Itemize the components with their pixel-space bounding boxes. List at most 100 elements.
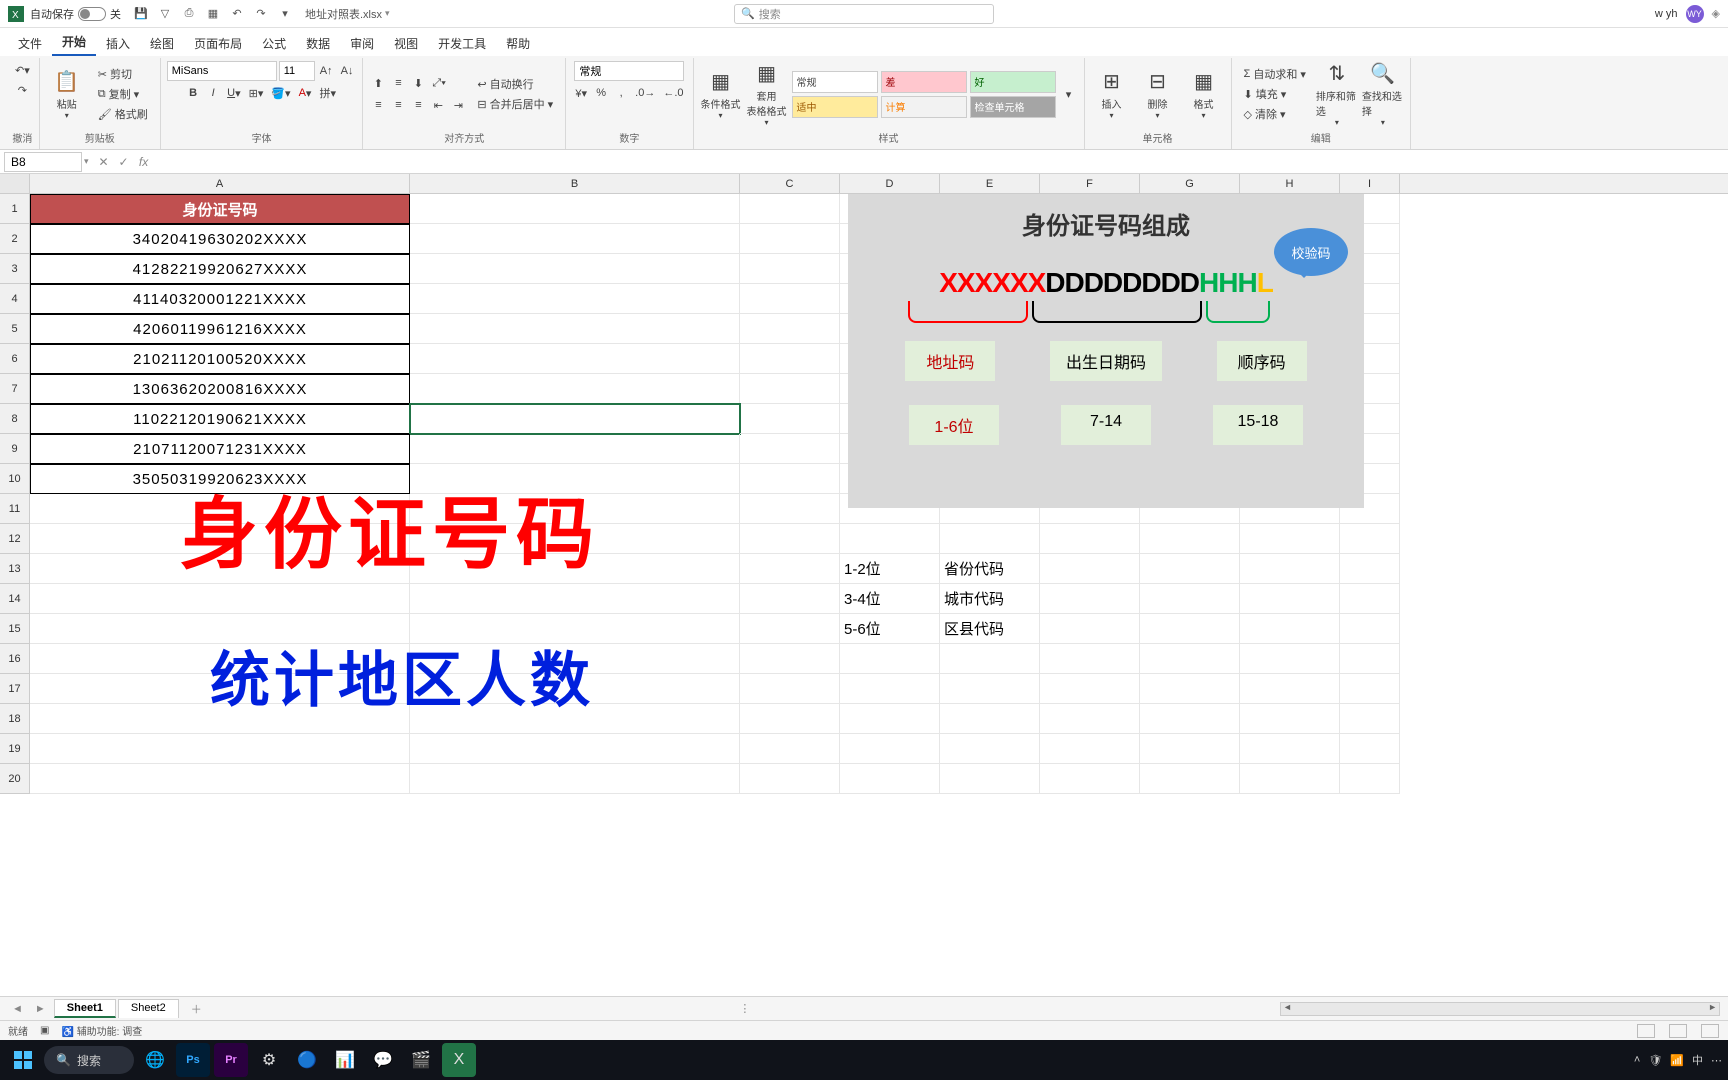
cell-F19[interactable] xyxy=(1040,734,1140,764)
align-left-icon[interactable]: ≡ xyxy=(369,95,387,115)
app-icon-4[interactable]: 💬 xyxy=(366,1043,400,1077)
wifi-icon[interactable]: 📶 xyxy=(1670,1054,1684,1067)
font-size-input[interactable] xyxy=(279,61,315,81)
cell-C8[interactable] xyxy=(740,404,840,434)
cell-A13[interactable] xyxy=(30,554,410,584)
app-icon-3[interactable]: 📊 xyxy=(328,1043,362,1077)
cell-E20[interactable] xyxy=(940,764,1040,794)
cell-B1[interactable] xyxy=(410,194,740,224)
cell-I12[interactable] xyxy=(1340,524,1400,554)
row-header-19[interactable]: 19 xyxy=(0,734,30,764)
cell-B15[interactable] xyxy=(410,614,740,644)
cell-F17[interactable] xyxy=(1040,674,1140,704)
shield-icon[interactable]: 🛡 xyxy=(1648,1054,1662,1067)
align-right-icon[interactable]: ≡ xyxy=(409,95,427,115)
format-as-table-button[interactable]: ▦套用 表格格式▾ xyxy=(746,61,788,127)
cell-B12[interactable] xyxy=(410,524,740,554)
cell-D12[interactable] xyxy=(840,524,940,554)
autosave-toggle[interactable]: 自动保存 关 xyxy=(30,6,121,22)
cell-C13[interactable] xyxy=(740,554,840,584)
col-header-I[interactable]: I xyxy=(1340,174,1400,193)
border-button[interactable]: ⊞▾ xyxy=(246,83,267,103)
row-header-11[interactable]: 11 xyxy=(0,494,30,524)
cell-B2[interactable] xyxy=(410,224,740,254)
col-header-E[interactable]: E xyxy=(940,174,1040,193)
cell-I18[interactable] xyxy=(1340,704,1400,734)
merge-center-button[interactable]: ⊟ 合并后居中 ▾ xyxy=(471,94,559,114)
cell-B17[interactable] xyxy=(410,674,740,704)
col-header-F[interactable]: F xyxy=(1040,174,1140,193)
menu-tab-开始[interactable]: 开始 xyxy=(52,29,96,56)
cell-A14[interactable] xyxy=(30,584,410,614)
formula-input[interactable] xyxy=(159,152,1728,172)
cell-D16[interactable] xyxy=(840,644,940,674)
cell-F20[interactable] xyxy=(1040,764,1140,794)
tray-chevron-icon[interactable]: ˄ xyxy=(1634,1054,1640,1066)
row-header-9[interactable]: 9 xyxy=(0,434,30,464)
row-header-15[interactable]: 15 xyxy=(0,614,30,644)
row-header-4[interactable]: 4 xyxy=(0,284,30,314)
cell-A3[interactable]: 41282219920627XXXX xyxy=(30,254,410,284)
cell-C1[interactable] xyxy=(740,194,840,224)
cell-C5[interactable] xyxy=(740,314,840,344)
cell-C15[interactable] xyxy=(740,614,840,644)
cell-G13[interactable] xyxy=(1140,554,1240,584)
cell-I16[interactable] xyxy=(1340,644,1400,674)
col-header-D[interactable]: D xyxy=(840,174,940,193)
cell-F12[interactable] xyxy=(1040,524,1140,554)
align-center-icon[interactable]: ≡ xyxy=(389,95,407,115)
enter-formula-icon[interactable]: ✓ xyxy=(115,155,133,169)
macro-record-icon[interactable]: ▣ xyxy=(40,1025,49,1036)
cell-H20[interactable] xyxy=(1240,764,1340,794)
cell-A7[interactable]: 13063620200816XXXX xyxy=(30,374,410,404)
cell-H19[interactable] xyxy=(1240,734,1340,764)
cell-G18[interactable] xyxy=(1140,704,1240,734)
align-top-icon[interactable]: ⬆ xyxy=(369,73,387,93)
redo-icon[interactable]: ↷ xyxy=(253,6,269,22)
cell-B4[interactable] xyxy=(410,284,740,314)
cell-B11[interactable] xyxy=(410,494,740,524)
undo-button[interactable]: ↶▾ xyxy=(12,60,33,80)
cell-C20[interactable] xyxy=(740,764,840,794)
horizontal-scrollbar[interactable] xyxy=(1280,1002,1720,1016)
cell-C12[interactable] xyxy=(740,524,840,554)
cell-B9[interactable] xyxy=(410,434,740,464)
cell-H16[interactable] xyxy=(1240,644,1340,674)
cell-C10[interactable] xyxy=(740,464,840,494)
cell-A17[interactable] xyxy=(30,674,410,704)
cell-C6[interactable] xyxy=(740,344,840,374)
cell-B18[interactable] xyxy=(410,704,740,734)
filename-dropdown-icon[interactable]: ▾ xyxy=(385,8,390,19)
cell-G17[interactable] xyxy=(1140,674,1240,704)
cell-E14[interactable]: 城市代码 xyxy=(940,584,1040,614)
add-sheet-button[interactable]: ＋ xyxy=(183,1001,210,1017)
number-format-select[interactable] xyxy=(574,61,684,81)
bold-button[interactable]: B xyxy=(184,83,202,103)
row-header-17[interactable]: 17 xyxy=(0,674,30,704)
cell-E17[interactable] xyxy=(940,674,1040,704)
delete-cells-button[interactable]: ⊟删除▾ xyxy=(1137,61,1179,127)
orientation-icon[interactable]: ⤢▾ xyxy=(429,73,448,93)
row-header-6[interactable]: 6 xyxy=(0,344,30,374)
cell-D19[interactable] xyxy=(840,734,940,764)
filter-icon[interactable]: ▽ xyxy=(157,6,173,22)
cell-E18[interactable] xyxy=(940,704,1040,734)
cell-I14[interactable] xyxy=(1340,584,1400,614)
conditional-format-button[interactable]: ▦条件格式▾ xyxy=(700,61,742,127)
copy-button[interactable]: ⧉ 复制 ▾ xyxy=(92,84,154,104)
cell-H12[interactable] xyxy=(1240,524,1340,554)
menu-tab-帮助[interactable]: 帮助 xyxy=(496,31,540,56)
select-all-corner[interactable] xyxy=(0,174,30,193)
style-neutral[interactable]: 适中 xyxy=(792,96,878,118)
premiere-icon[interactable]: Pr xyxy=(214,1043,248,1077)
undo-icon[interactable]: ↶ xyxy=(229,6,245,22)
align-bottom-icon[interactable]: ⬇ xyxy=(409,73,427,93)
diamond-icon[interactable]: ◈ xyxy=(1712,7,1720,20)
menu-tab-视图[interactable]: 视图 xyxy=(384,31,428,56)
percent-icon[interactable]: % xyxy=(592,83,610,103)
cell-I20[interactable] xyxy=(1340,764,1400,794)
cell-C4[interactable] xyxy=(740,284,840,314)
cell-E16[interactable] xyxy=(940,644,1040,674)
cell-B8[interactable] xyxy=(410,404,740,434)
cell-A8[interactable]: 11022120190621XXXX xyxy=(30,404,410,434)
